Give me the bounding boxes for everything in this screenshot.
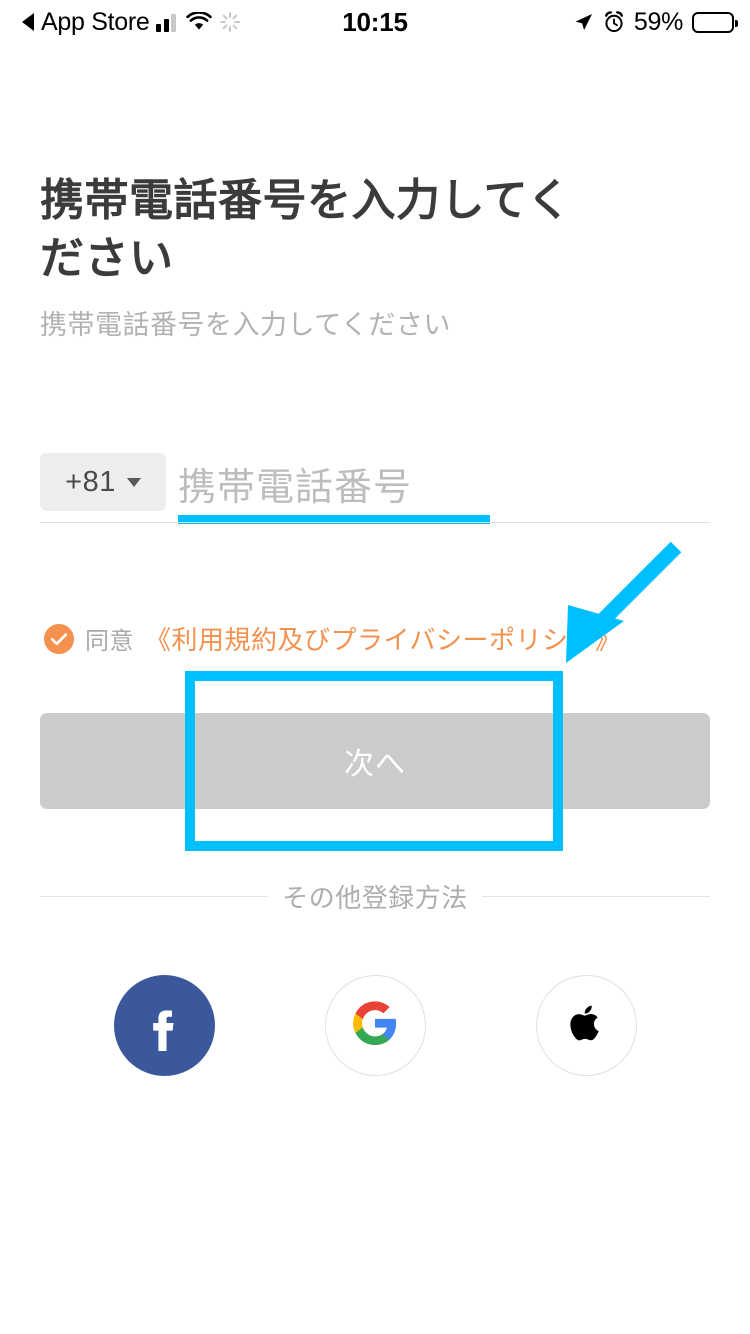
page-subtitle: 携帯電話番号を入力してください	[40, 310, 451, 340]
check-circle-icon[interactable]	[44, 623, 74, 654]
chevron-down-icon	[126, 477, 141, 487]
phone-number-row: +81 携帯電話番号	[40, 453, 710, 525]
social-login-row	[0, 975, 750, 1076]
terms-agreement-row: 同意 《利用規約及びプライバシーポリシー》	[44, 620, 621, 657]
google-icon	[351, 999, 399, 1052]
location-arrow-icon	[572, 11, 594, 33]
battery-percent-label: 59%	[633, 7, 683, 36]
divider-line-right	[481, 896, 711, 897]
terms-and-privacy-link[interactable]: 《利用規約及びプライバシーポリシー》	[145, 620, 621, 657]
divider-line-left	[40, 896, 269, 897]
phone-number-input[interactable]: 携帯電話番号	[178, 455, 710, 511]
apple-icon	[563, 1000, 609, 1051]
country-code-selector[interactable]: +81	[40, 453, 166, 511]
page-title: 携帯電話番号を入力してください	[40, 176, 572, 284]
apple-login-button[interactable]	[535, 975, 637, 1076]
agreement-label: 同意	[85, 628, 134, 655]
pointer-arrow-icon	[540, 535, 700, 680]
alarm-clock-icon	[603, 11, 625, 33]
google-login-button[interactable]	[324, 975, 426, 1076]
battery-icon	[692, 11, 738, 33]
facebook-icon	[134, 993, 194, 1058]
facebook-login-button[interactable]	[113, 975, 215, 1076]
status-bar-right: 59%	[572, 0, 738, 44]
country-code-label: +81	[65, 465, 116, 498]
divider-label: その他登録方法	[282, 883, 468, 913]
status-bar: App Store 10:15 59%	[0, 0, 750, 44]
other-methods-divider: その他登録方法	[40, 878, 711, 915]
phone-input-divider	[40, 522, 710, 523]
app-screen: App Store 10:15 59% 携帯電話番号を入力してください 携帯電話…	[0, 0, 750, 1334]
next-button[interactable]: 次へ	[40, 713, 710, 809]
